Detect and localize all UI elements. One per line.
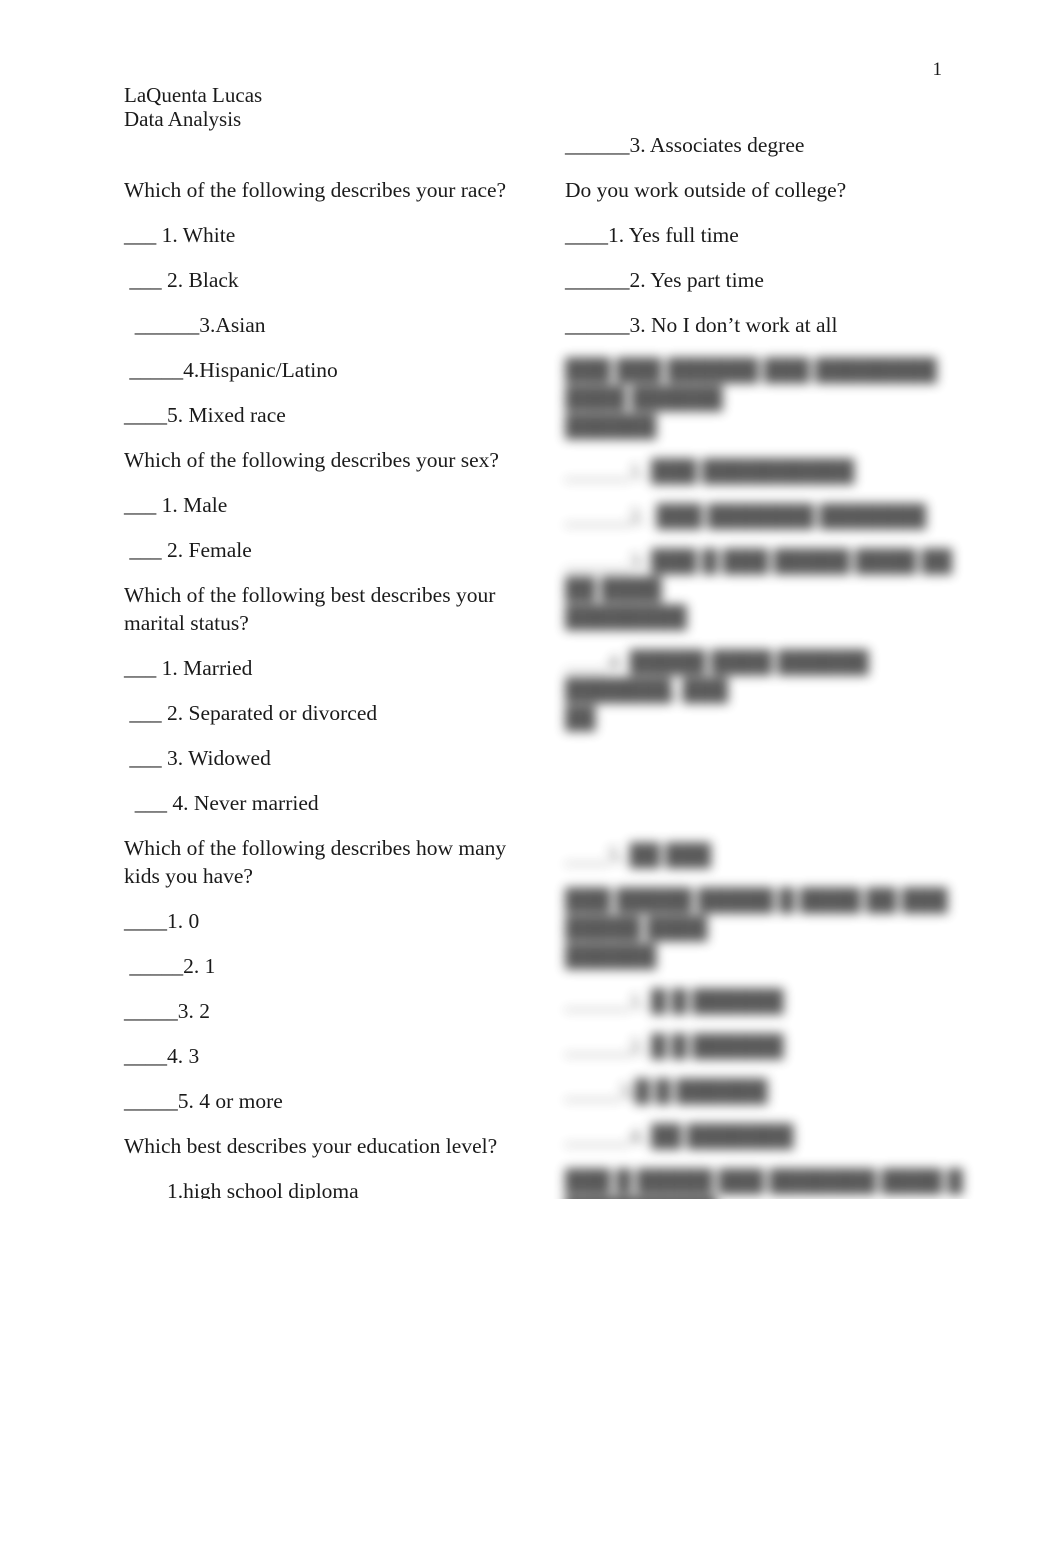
- redacted-line: ______4. ██ ███████: [565, 1124, 794, 1148]
- document-header: LaQuenta Lucas Data Analysis: [124, 83, 263, 131]
- option-kids-3[interactable]: _____3. 2: [124, 997, 524, 1025]
- option-education-3[interactable]: ______3. Associates degree: [565, 131, 965, 159]
- option-sex-1[interactable]: ___ 1. Male: [124, 491, 524, 519]
- option-race-5[interactable]: ____5. Mixed race: [124, 401, 524, 429]
- redacted-line: ____4. █████ ████ ██████ ███████, ███: [565, 650, 875, 702]
- option-race-3[interactable]: ______3.Asian: [124, 311, 524, 339]
- page-number: 1: [932, 59, 943, 80]
- option-work-1[interactable]: ____1. Yes full time: [565, 221, 965, 249]
- redacted-line: ██████: [565, 414, 657, 438]
- redacted-line: ____5. ██ ███: [565, 843, 712, 867]
- option-race-4[interactable]: _____4.Hispanic/Latino: [124, 356, 524, 384]
- redacted-text-block-upper: ███ ███ ██████ ███ ████████ ████ ██████ …: [565, 356, 965, 732]
- option-sex-2[interactable]: ___ 2. Female: [124, 536, 524, 564]
- redacted-line: ███ ███ ██████ ███ ████████ ████ ██████: [565, 358, 943, 410]
- document-page: 1 LaQuenta Lucas Data Analysis Which of …: [0, 0, 1062, 1561]
- redacted-line: ______1. ███ ██████████: [565, 459, 855, 483]
- redacted-line: _____3.█ █ ██████: [565, 1079, 768, 1103]
- option-marital-3[interactable]: ___ 3. Widowed: [124, 744, 524, 772]
- redacted-line: ████████: [565, 605, 687, 629]
- option-kids-1[interactable]: ____1. 0: [124, 907, 524, 935]
- assignment-title: Data Analysis: [124, 106, 242, 131]
- option-work-2[interactable]: ______2. Yes part time: [565, 266, 965, 294]
- option-work-3[interactable]: ______3. No I don’t work at all: [565, 311, 965, 339]
- option-kids-2[interactable]: _____2. 1: [124, 952, 524, 980]
- redacted-line: ______1. █ █ ██████: [565, 989, 784, 1013]
- right-column: ______3. Associates degree Do you work o…: [565, 131, 965, 339]
- author-name: LaQuenta Lucas: [124, 83, 263, 107]
- redacted-text-block-lower: ____5. ██ ███ ███ █████ █████ █ ████ ██ …: [565, 841, 965, 1251]
- question-marital-status: Which of the following best describes yo…: [124, 583, 496, 635]
- question-education: Which best describes your education leve…: [124, 1134, 498, 1158]
- option-marital-1[interactable]: ___ 1. Married: [124, 654, 524, 682]
- option-race-2[interactable]: ___ 2. Black: [124, 266, 524, 294]
- page-bottom-margin: [0, 1199, 1062, 1561]
- option-kids-4[interactable]: ____4. 3: [124, 1042, 524, 1070]
- redacted-line: ______2. █ █ ██████: [565, 1034, 784, 1058]
- redacted-line: ______2. ███ ███████ ███████: [565, 504, 927, 528]
- option-race-1[interactable]: ___ 1. White: [124, 221, 524, 249]
- question-work: Do you work outside of college?: [565, 178, 847, 202]
- redacted-line: ______3. ███ █ ███ █████ ████ ██ ██ ████: [565, 549, 958, 601]
- option-marital-4[interactable]: ___ 4. Never married: [124, 789, 524, 817]
- redacted-line: ██████: [565, 944, 657, 968]
- option-kids-5[interactable]: _____5. 4 or more: [124, 1087, 524, 1115]
- question-sex: Which of the following describes your se…: [124, 448, 499, 472]
- redacted-line: ███ █████ █████ █ ████ ██ ███ █████ ████: [565, 888, 953, 940]
- question-race: Which of the following describes your ra…: [124, 178, 507, 202]
- option-marital-2[interactable]: ___ 2. Separated or divorced: [124, 699, 524, 727]
- question-kids: Which of the following describes how man…: [124, 836, 507, 888]
- redacted-line: ██: [565, 706, 596, 730]
- left-column: Which of the following describes your ra…: [124, 176, 524, 1205]
